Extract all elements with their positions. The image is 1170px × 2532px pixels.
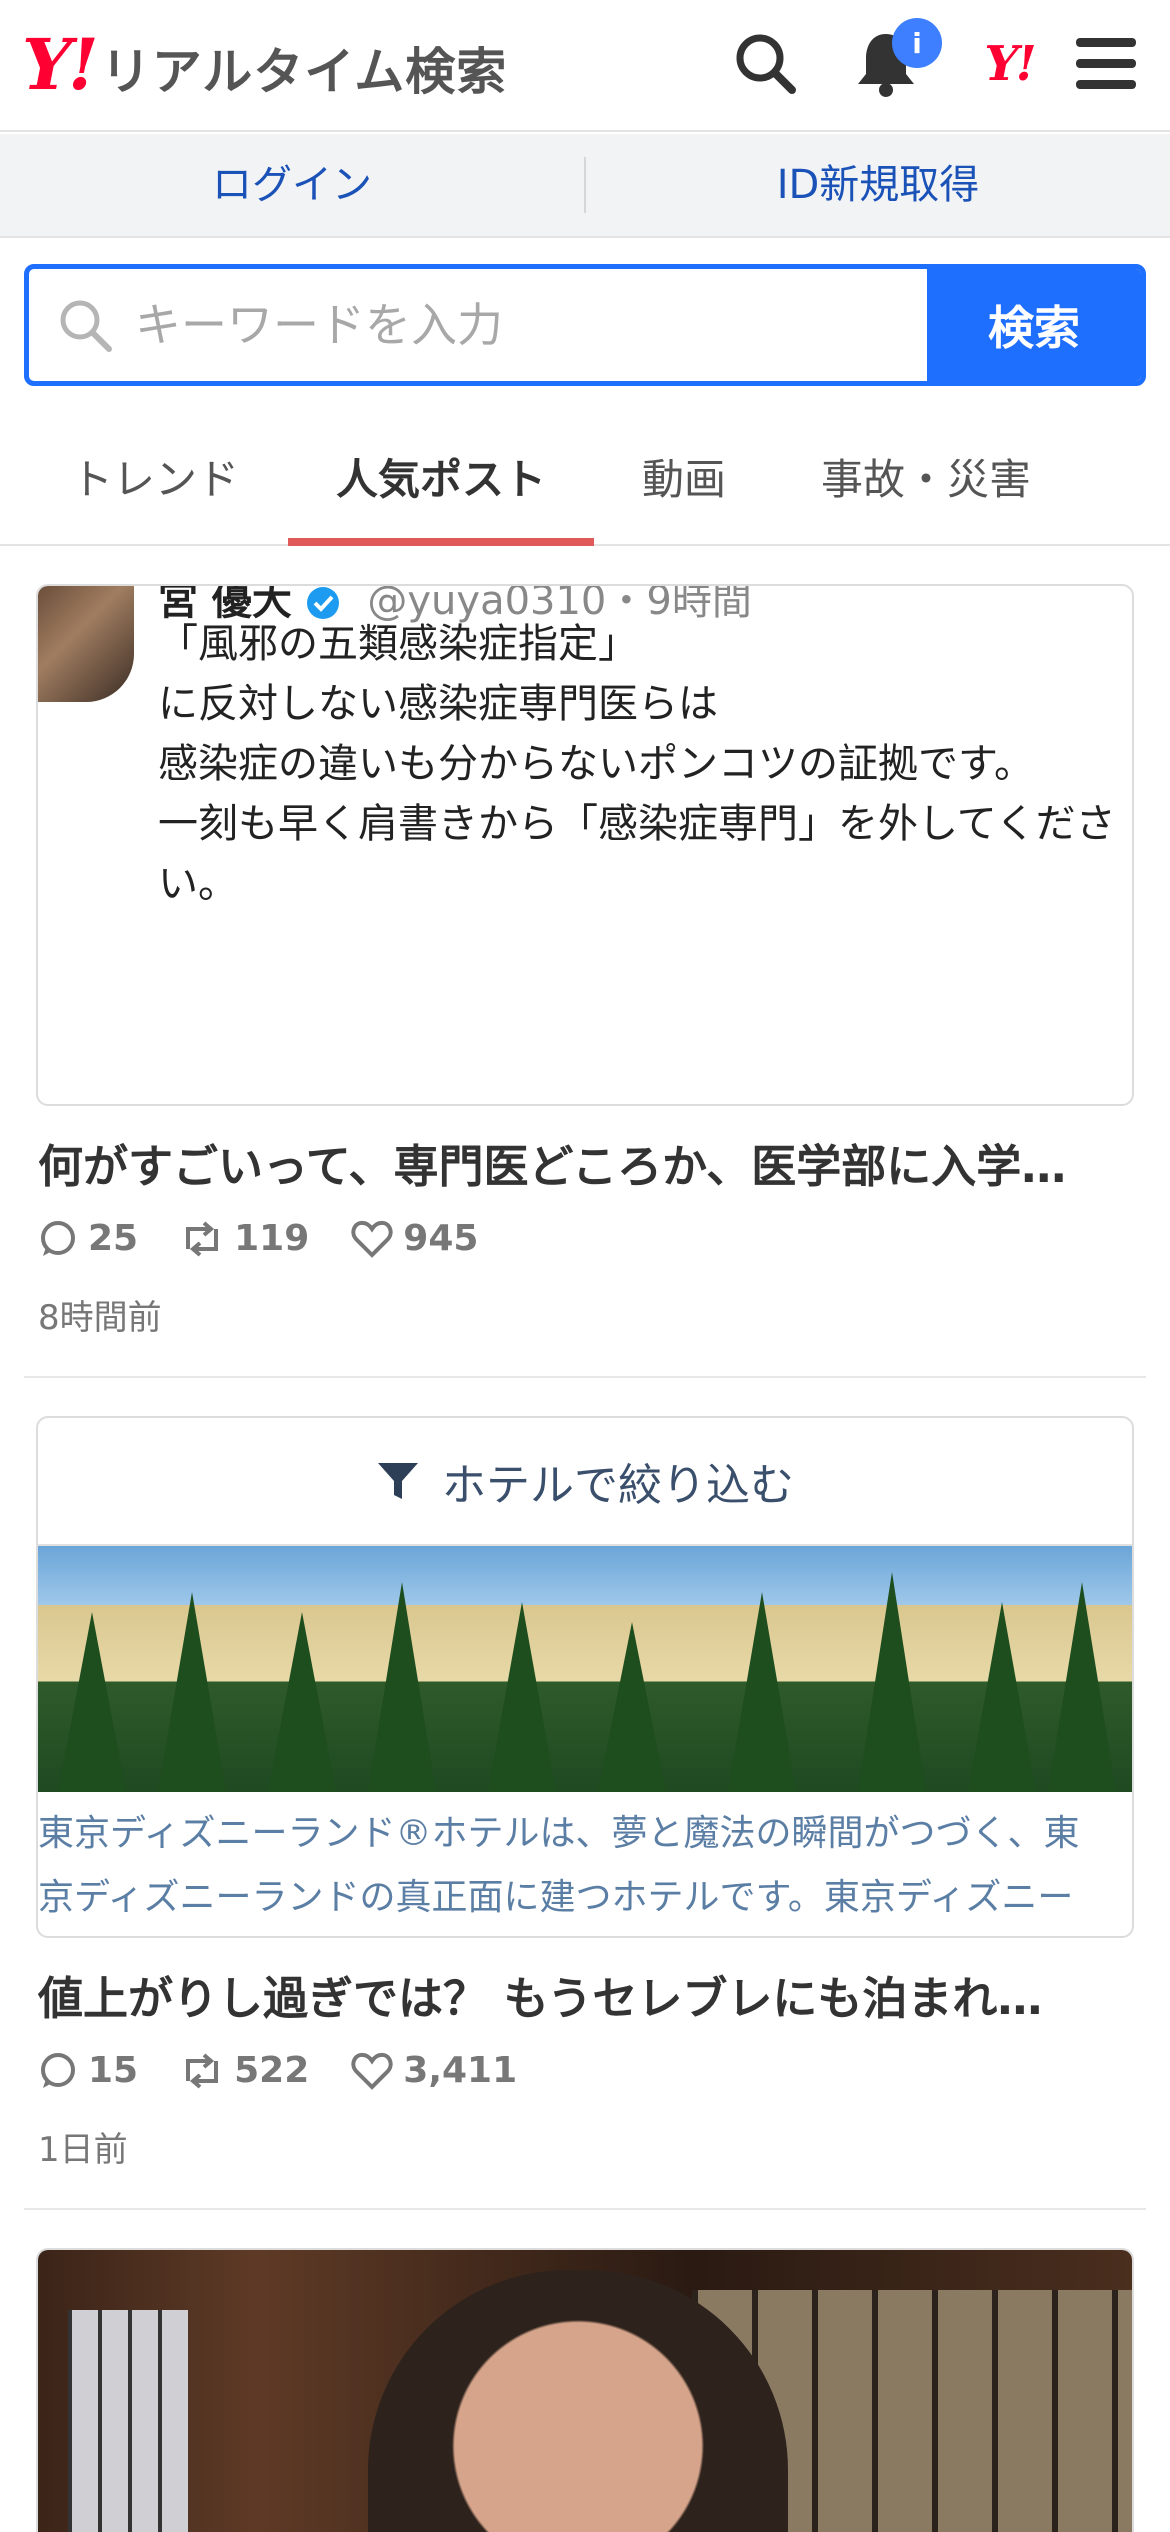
- like-count-value: 945: [403, 1218, 479, 1259]
- retweet-count[interactable]: 119: [180, 1218, 309, 1259]
- yahoo-top-link[interactable]: Y!: [966, 26, 1052, 102]
- retweet-icon: [186, 1220, 219, 1257]
- search-input[interactable]: [135, 298, 855, 352]
- notification-bell-icon[interactable]: i: [848, 18, 942, 102]
- active-tab-indicator: [288, 538, 594, 546]
- retweet-count-value: 522: [234, 2050, 310, 2091]
- reply-icon: [41, 1220, 75, 1256]
- search-field-wrap: [29, 269, 927, 381]
- hotel-description-line: 京ディズニーランドの真正面に建つホテルです。東京ディズニー: [38, 1877, 1074, 1918]
- like-count-value: 3,411: [403, 2050, 518, 2091]
- hotel-filter-bar: ホテルで絞り込む: [38, 1418, 1132, 1546]
- person-photo: [38, 2250, 1132, 2532]
- like-count[interactable]: 945: [351, 1218, 478, 1259]
- category-tabs: トレンド 人気ポスト 動画 事故・災害: [0, 408, 1170, 546]
- tweet-line: い。: [158, 861, 238, 907]
- yahoo-small-logo: Y!: [984, 36, 1036, 92]
- reply-count-value: 15: [88, 2050, 139, 2091]
- tweet-line: 「風邪の五類感染症指定」: [158, 621, 638, 667]
- filter-funnel-icon: [378, 1463, 418, 1499]
- app-header: Y! リアルタイム検索 i Y!: [0, 0, 1170, 132]
- hotel-description-line: 東京ディズニーランド®ホテルは、夢と魔法の瞬間がつづく、東: [38, 1813, 1080, 1854]
- tab-video[interactable]: 動画: [606, 408, 762, 544]
- reply-count[interactable]: 25: [38, 1218, 138, 1259]
- tab-popular-posts[interactable]: 人気ポスト: [288, 408, 594, 546]
- hotel-description: 東京ディズニーランド®ホテルは、夢と魔法の瞬間がつづく、東 京ディズニーランドの…: [38, 1792, 1132, 1930]
- retweet-count[interactable]: 522: [180, 2050, 309, 2091]
- yahoo-realtime-logo[interactable]: Y! リアルタイム検索: [22, 30, 507, 107]
- logo-title: リアルタイム検索: [100, 43, 508, 101]
- tweet-screenshot-image[interactable]: 宮 優大 @yuya0310・9時間 「風邪の五類感染症指定」 に反対しない感染…: [36, 584, 1134, 1106]
- heart-icon: [351, 2052, 393, 2090]
- login-link[interactable]: ログイン: [0, 133, 584, 237]
- register-link[interactable]: ID新規取得: [586, 133, 1170, 237]
- auth-bar: ログイン ID新規取得: [0, 134, 1170, 238]
- heart-icon: [351, 1220, 393, 1258]
- tweet-text: 「風邪の五類感染症指定」 に反対しない感染症専門医らは 感染症の違いも分からない…: [158, 614, 1128, 914]
- post-card[interactable]: [24, 2248, 1146, 2532]
- reply-count-value: 25: [88, 1218, 139, 1259]
- like-count[interactable]: 3,411: [351, 2050, 517, 2091]
- tweet-line: 感染症の違いも分からないポンコツの証拠です。: [158, 741, 1034, 787]
- tweet-author-avatar: [38, 586, 134, 702]
- post-metrics: 25 119 945: [38, 1218, 520, 1259]
- search-icon[interactable]: [728, 26, 804, 102]
- post-divider: [24, 2208, 1146, 2210]
- post-time: 8時間前: [38, 1298, 162, 1338]
- notification-badge: i: [892, 18, 942, 68]
- tweet-line: 一刻も早く肩書きから「感染症専門」を外してくださ: [158, 801, 1116, 847]
- reply-count[interactable]: 15: [38, 2050, 138, 2091]
- hotel-photo: [38, 1546, 1132, 1792]
- hotel-ad-screenshot-image[interactable]: ホテルで絞り込む 東京ディズニーランド®ホテルは、夢と魔法の瞬間がつづく、東 京…: [36, 1416, 1134, 1938]
- post-divider: [24, 1376, 1146, 1378]
- hotel-filter-label: ホテルで絞り込む: [442, 1460, 794, 1511]
- search-input-icon: [60, 300, 112, 352]
- post-time: 1日前: [38, 2130, 128, 2170]
- tab-trend[interactable]: トレンド: [40, 408, 270, 544]
- yahoo-logo-mark: Y!: [22, 23, 99, 106]
- post-title[interactable]: 値上がりし過ぎでは？ もうセレブレにも泊まれ…: [38, 1962, 1138, 2027]
- retweet-icon: [186, 2052, 219, 2089]
- search-form: 検索: [24, 264, 1146, 386]
- post-card[interactable]: 宮 優大 @yuya0310・9時間 「風邪の五類感染症指定」 に反対しない感染…: [24, 584, 1146, 1344]
- tweet-line: に反対しない感染症専門医らは: [158, 681, 718, 727]
- post-title[interactable]: 何がすごいって、専門医どころか、医学部に入学…: [38, 1130, 1138, 1195]
- post-card[interactable]: ホテルで絞り込む 東京ディズニーランド®ホテルは、夢と魔法の瞬間がつづく、東 京…: [24, 1416, 1146, 2176]
- reply-icon: [41, 2052, 75, 2088]
- search-button[interactable]: 検索: [927, 269, 1141, 381]
- post-metrics: 15 522 3,411: [38, 2050, 559, 2091]
- tab-popular-posts-label: 人気ポスト: [335, 454, 546, 504]
- person-photo-image[interactable]: [36, 2248, 1134, 2532]
- retweet-count-value: 119: [234, 1218, 310, 1259]
- hamburger-menu-icon[interactable]: [1068, 26, 1144, 102]
- tab-accident-disaster[interactable]: 事故・災害: [796, 408, 1056, 544]
